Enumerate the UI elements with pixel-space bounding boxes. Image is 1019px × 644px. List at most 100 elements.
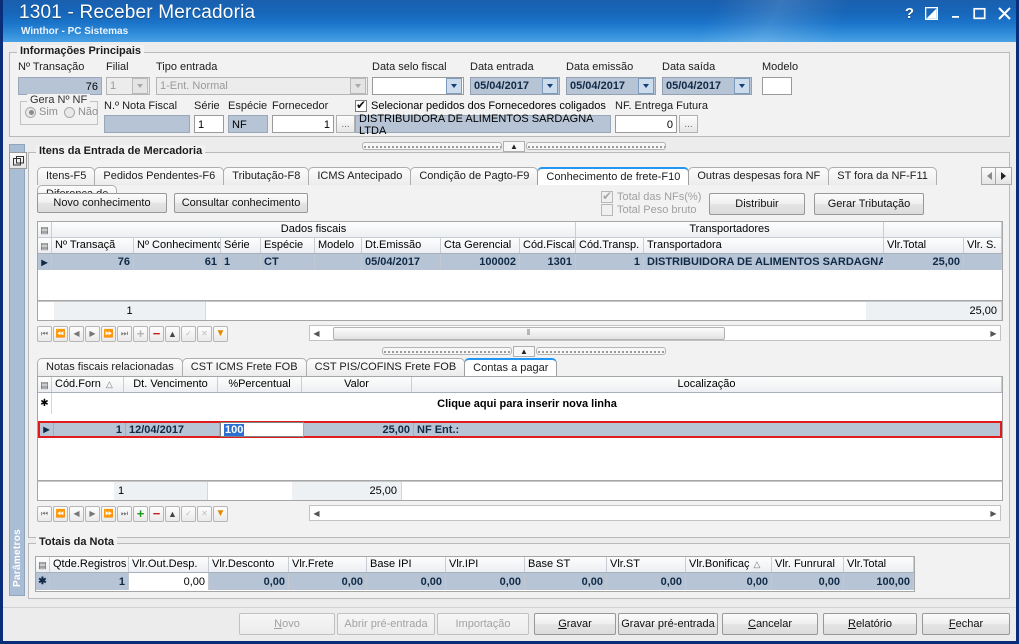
data-entrada-combo[interactable]: 05/04/2017 xyxy=(470,77,560,95)
col-vlr-desconto[interactable]: Vlr.Desconto xyxy=(209,557,289,572)
tab-outras-despesas-fora-nf[interactable]: Outras despesas fora NF xyxy=(688,167,830,185)
table-row[interactable]: ▶ 76 61 1 CT 05/04/2017 100002 1301 1 DI… xyxy=(38,254,1002,270)
scroll-right-icon[interactable]: ▶ xyxy=(987,506,1000,520)
nf-entrega-field[interactable]: 0 xyxy=(615,115,677,133)
close-icon[interactable] xyxy=(997,6,1012,21)
tab-pedidos-pendentes-f6[interactable]: Pedidos Pendentes-F6 xyxy=(94,167,225,185)
nav-last-icon[interactable]: ⏭ xyxy=(117,505,132,522)
col-dt-vencimento[interactable]: Dt. Vencimento xyxy=(124,377,218,392)
data-emissao-combo[interactable]: 05/04/2017 xyxy=(566,77,656,95)
col-modelo[interactable]: Modelo xyxy=(315,238,362,253)
tab-itens-f5[interactable]: Itens-F5 xyxy=(37,167,96,185)
col-vlr-ipi[interactable]: Vlr.IPI xyxy=(446,557,525,572)
scroll-right-icon[interactable]: ▶ xyxy=(987,326,1000,340)
distribuir-button[interactable]: Distribuir xyxy=(709,193,805,215)
nav-insert-icon[interactable]: + xyxy=(133,505,148,522)
scroll-left-icon[interactable]: ◀ xyxy=(310,326,323,340)
scroll-left-icon[interactable]: ◀ xyxy=(310,506,323,520)
serie-field[interactable]: 1 xyxy=(194,115,224,133)
data-saida-combo[interactable]: 05/04/2017 xyxy=(662,77,752,95)
totals-row[interactable]: ✱ 1 0,00 0,00 0,00 0,00 0,00 0,00 0,00 0… xyxy=(36,573,914,590)
insert-new-row[interactable]: ✱ Clique aqui para inserir nova linha xyxy=(38,393,1002,414)
col-especie[interactable]: Espécie xyxy=(261,238,315,253)
col-vlr-st[interactable]: Vlr.ST xyxy=(607,557,686,572)
col-vlr-s[interactable]: Vlr. S. xyxy=(964,238,1002,253)
col-vlr-bonificacao[interactable]: Vlr.Bonificaç △ xyxy=(686,557,772,572)
filial-combo[interactable]: 1 xyxy=(106,77,150,95)
nav-back-icon[interactable]: ◀ xyxy=(69,505,84,522)
gera-nf-sim-radio[interactable]: Sim xyxy=(25,106,58,118)
relatorio-button[interactable]: Relatório xyxy=(823,613,917,635)
modelo-field[interactable] xyxy=(762,77,792,95)
nav-next-icon[interactable]: ▶ xyxy=(85,325,100,342)
col-serie[interactable]: Série xyxy=(221,238,261,253)
tab-conhecimento-frete-f10[interactable]: Conhecimento de frete-F10 xyxy=(537,167,690,185)
restore-icon[interactable] xyxy=(925,7,938,20)
col-vlr-total[interactable]: Vlr.Total xyxy=(844,557,914,572)
gera-nf-nao-radio[interactable]: Não xyxy=(63,106,98,118)
splitter-collapse-icon[interactable]: ▲ xyxy=(503,140,525,152)
nav-prior-page-icon[interactable]: ⏪ xyxy=(53,325,68,342)
col-qtde-registros[interactable]: Qtde.Registros xyxy=(50,557,129,572)
novo-conhecimento-button[interactable]: Novo conhecimento xyxy=(37,193,167,213)
scroll-thumb[interactable]: ⦀ xyxy=(333,326,725,340)
tab-cst-pis-cofins-frete-fob[interactable]: CST PIS/COFINS Frete FOB xyxy=(305,358,466,376)
cell-vlr-out-desp[interactable]: 0,00 xyxy=(129,573,209,590)
col-cod-forn[interactable]: Cód.Forn △ xyxy=(52,377,124,392)
tab-notas-fiscais-relacionadas[interactable]: Notas fiscais relacionadas xyxy=(37,358,183,376)
help-icon[interactable]: ? xyxy=(905,6,914,21)
parametros-sidebar[interactable]: Parâmetros xyxy=(9,144,25,596)
nav-edit-icon[interactable]: ▲ xyxy=(165,505,180,522)
nav-first-icon[interactable]: ⏮ xyxy=(37,325,52,342)
minimize-icon[interactable] xyxy=(949,7,962,20)
splitter-top[interactable]: ▲ xyxy=(359,140,669,152)
nav-filter-icon[interactable]: ▼ xyxy=(213,325,228,342)
nav-last-icon[interactable]: ⏭ xyxy=(117,325,132,342)
fornecedor-browse-button[interactable]: ... xyxy=(336,115,355,133)
nav-next-icon[interactable]: ▶ xyxy=(85,505,100,522)
col-base-st[interactable]: Base ST xyxy=(525,557,607,572)
col-base-ipi[interactable]: Base IPI xyxy=(367,557,446,572)
col-valor[interactable]: Valor xyxy=(302,377,412,392)
nav-delete-icon[interactable]: − xyxy=(149,505,164,522)
col-num-conhecimento[interactable]: Nº Conhecimento xyxy=(134,238,221,253)
col-cta-gerencial[interactable]: Cta Gerencial xyxy=(441,238,520,253)
nav-delete-icon[interactable]: − xyxy=(149,325,164,342)
tab-tributacao-f8[interactable]: Tributação-F8 xyxy=(223,167,310,185)
tab-st-fora-nf-f11[interactable]: ST fora da NF-F11 xyxy=(828,167,937,185)
col-vlr-out-desp[interactable]: Vlr.Out.Desp. xyxy=(129,557,209,572)
col-dt-emissao[interactable]: Dt.Emissão xyxy=(362,238,441,253)
col-cod-transp[interactable]: Cód.Transp. xyxy=(576,238,644,253)
tab-contas-a-pagar[interactable]: Contas a pagar xyxy=(464,358,558,376)
splitter-middle[interactable]: ▲ xyxy=(379,345,669,357)
payables-grid-hscrollbar[interactable]: ◀ ▶ xyxy=(309,505,1001,521)
nav-first-icon[interactable]: ⏮ xyxy=(37,505,52,522)
consultar-conhecimento-button[interactable]: Consultar conhecimento xyxy=(174,193,308,213)
especie-field[interactable]: NF xyxy=(228,115,268,133)
col-percentual[interactable]: %Percentual xyxy=(218,377,302,392)
tab-icms-antecipado[interactable]: ICMS Antecipado xyxy=(308,167,412,185)
col-vlr-total[interactable]: Vlr.Total xyxy=(884,238,964,253)
col-vlr-frete[interactable]: Vlr.Frete xyxy=(289,557,367,572)
nav-next-page-icon[interactable]: ⏩ xyxy=(101,505,116,522)
col-num-transacao[interactable]: Nº Transaçã xyxy=(52,238,134,253)
col-cod-fiscal[interactable]: Cód.Fiscal xyxy=(520,238,576,253)
nav-back-icon[interactable]: ◀ xyxy=(69,325,84,342)
total-nfs-checkbox[interactable]: Total das NFs(%) xyxy=(601,189,701,203)
fechar-button[interactable]: Fechar xyxy=(922,613,1010,635)
maximize-icon[interactable] xyxy=(973,7,986,20)
col-transportadora[interactable]: Transportadora xyxy=(644,238,884,253)
col-localizacao[interactable]: Localização xyxy=(412,377,1002,392)
cancelar-button[interactable]: Cancelar xyxy=(722,613,818,635)
col-vlr-funrural[interactable]: Vlr. Funrural xyxy=(772,557,844,572)
total-peso-bruto-checkbox[interactable]: Total Peso bruto xyxy=(601,204,697,216)
nav-edit-icon[interactable]: ▲ xyxy=(165,325,180,342)
freight-grid-hscrollbar[interactable]: ◀ ⦀ ▶ xyxy=(309,325,1001,341)
restore-panel-icon[interactable] xyxy=(9,152,27,169)
gravar-pre-entrada-button[interactable]: Gravar pré-entrada xyxy=(618,613,718,635)
data-selo-combo[interactable] xyxy=(372,77,464,95)
nav-filter-icon[interactable]: ▼ xyxy=(213,505,228,522)
tab-cst-icms-frete-fob[interactable]: CST ICMS Frete FOB xyxy=(181,358,307,376)
percentual-editor[interactable]: 100 xyxy=(220,422,304,437)
fornecedor-field[interactable]: 1 xyxy=(272,115,334,133)
